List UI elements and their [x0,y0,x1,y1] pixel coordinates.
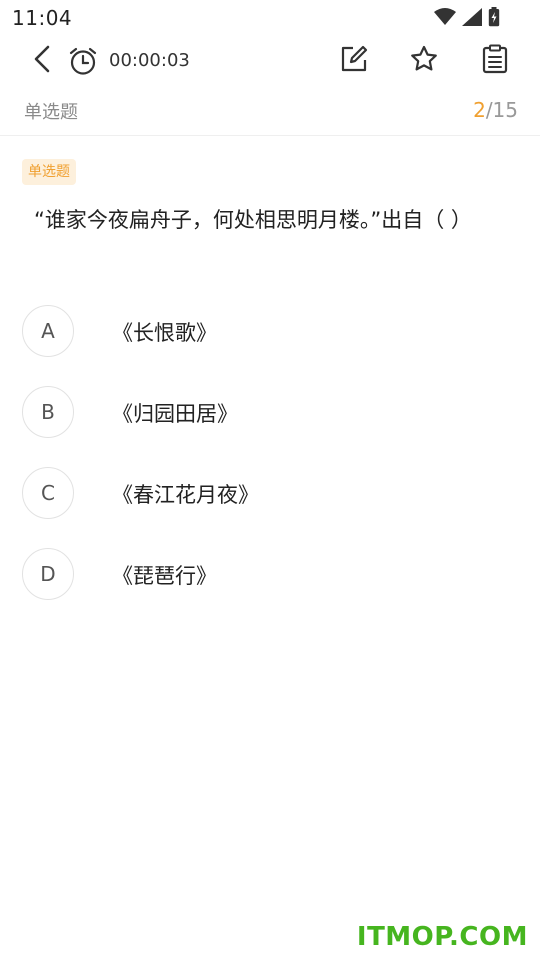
star-outline-icon [409,44,439,78]
question-type-row: 单选题 2/15 [0,92,540,136]
status-time: 11:04 [12,6,73,30]
option-letter: D [22,548,74,600]
toolbar: 00:00:03 [0,38,540,84]
option-d[interactable]: D 《琵琶行》 [22,548,518,602]
status-bar: 11:04 [0,0,540,36]
screen: 11:04 00:00:03 单选题 2/15 单选题 “谁家今夜扁舟子，何处相… [0,0,540,960]
progress-current: 2 [473,98,486,122]
signal-icon [462,8,482,26]
back-button[interactable] [26,44,58,78]
wifi-icon [434,8,456,26]
question-progress: 2/15 [473,98,518,122]
edit-note-button[interactable] [336,43,372,79]
watermark-logo: ITMOP.COM [356,922,528,952]
option-b[interactable]: B 《归园田居》 [22,386,518,440]
option-text: 《琵琶行》 [112,564,217,588]
option-text: 《春江花月夜》 [112,483,259,507]
question-type-tag: 单选题 [22,159,76,185]
option-letter: B [22,386,74,438]
edit-note-icon [339,44,369,78]
elapsed-timer: 00:00:03 [109,50,190,71]
option-letter: A [22,305,74,357]
favorite-button[interactable] [406,43,442,79]
option-letter: C [22,467,74,519]
option-c[interactable]: C 《春江花月夜》 [22,467,518,521]
question-type-label: 单选题 [24,102,78,123]
option-text: 《归园田居》 [112,402,238,426]
progress-total: /15 [485,98,518,122]
back-chevron-icon [33,45,51,77]
answer-sheet-icon [482,44,508,78]
alarm-clock-icon [66,44,100,78]
answer-sheet-button[interactable] [477,43,513,79]
question-text: “谁家今夜扁舟子，何处相思明月楼。”出自（ ） [34,208,472,232]
status-icons [434,7,500,27]
battery-charging-icon [488,7,500,27]
option-a[interactable]: A 《长恨歌》 [22,305,518,359]
option-text: 《长恨歌》 [112,321,217,345]
